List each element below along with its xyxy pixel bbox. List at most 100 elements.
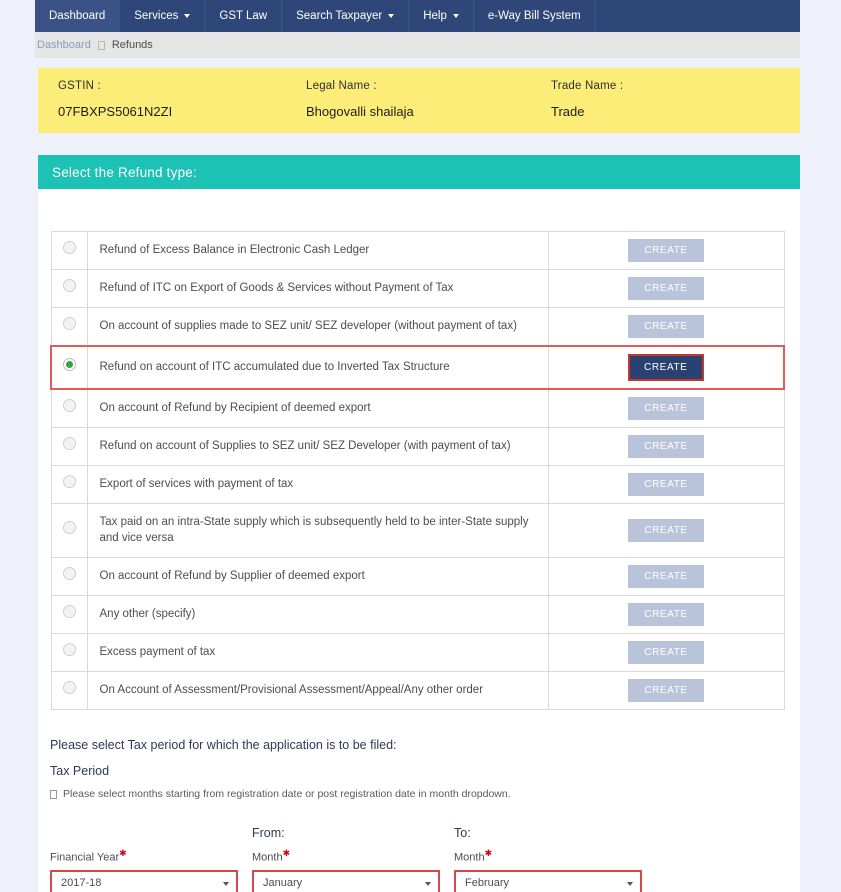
financial-year-label-text: Financial Year: [50, 851, 120, 864]
to-group-label: To:: [454, 825, 471, 840]
refund-type-radio[interactable]: [62, 241, 76, 254]
breadcrumb: Dashboard Refunds Engli: [35, 32, 800, 58]
nav-item-services[interactable]: Services: [120, 0, 206, 32]
refund-type-radio-cell[interactable]: [50, 344, 88, 390]
table-row[interactable]: On Account of Assessment/Provisional Ass…: [50, 670, 785, 710]
nav-label: Dashboard: [49, 10, 106, 22]
refund-type-radio-cell[interactable]: [50, 670, 88, 710]
refund-type-radio-cell[interactable]: [50, 556, 88, 596]
refund-type-action-cell: CREATE: [547, 632, 785, 672]
refund-type-radio[interactable]: [62, 399, 76, 412]
chevron-down-icon: [425, 881, 431, 886]
create-button[interactable]: CREATE: [627, 353, 704, 381]
refund-type-radio[interactable]: [62, 437, 76, 450]
refund-type-label: Export of services with payment of tax: [99, 477, 294, 490]
breadcrumb-current-refunds: Refunds: [111, 39, 153, 51]
refund-type-radio-cell[interactable]: [50, 464, 88, 504]
refund-type-radio[interactable]: [62, 521, 76, 535]
main-navigation: Dashboard Services GST Law Search Taxpay…: [35, 0, 800, 32]
refund-type-radio[interactable]: [62, 358, 76, 371]
browser-viewport: Dashboard Services GST Law Search Taxpay…: [35, 0, 800, 892]
refund-type-radio-cell[interactable]: [50, 230, 88, 270]
nav-label: Services: [134, 10, 179, 22]
financial-year-field: Financial Year✱ 2017-18: [50, 826, 238, 892]
refund-type-label-cell: Refund on account of Supplies to SEZ uni…: [86, 426, 549, 466]
refund-type-radio-cell[interactable]: [50, 388, 88, 428]
nav-item-gst-law[interactable]: GST Law: [205, 0, 283, 32]
to-month-field: To: Month✱ February: [454, 826, 642, 892]
trade-name-block: Trade Name : Trade: [551, 80, 623, 119]
legal-name-label: Legal Name :: [306, 80, 377, 92]
refund-type-label: Refund of Excess Balance in Electronic C…: [99, 243, 370, 256]
refund-type-radio[interactable]: [62, 475, 76, 488]
refund-type-radio[interactable]: [62, 643, 76, 657]
refund-type-radio-cell[interactable]: [50, 306, 88, 346]
table-row[interactable]: Refund of Excess Balance in Electronic C…: [50, 230, 785, 270]
refund-type-panel: Select the Refund type: ✱ Indicates Mand…: [38, 155, 800, 892]
nav-item-eway-bill-system[interactable]: e-Way Bill System: [474, 0, 596, 32]
gstin-block: GSTIN : 07FBXPS5061N2ZI: [58, 80, 306, 119]
tax-period-heading: Please select Tax period for which the a…: [50, 737, 397, 752]
refund-type-radio-cell[interactable]: [50, 594, 88, 634]
table-row[interactable]: Refund on account of ITC accumulated due…: [50, 344, 785, 390]
chevron-down-icon: [388, 14, 395, 18]
table-row[interactable]: Refund of ITC on Export of Goods & Servi…: [50, 268, 785, 308]
refund-type-label-cell: Refund on account of ITC accumulated due…: [86, 344, 549, 390]
refund-type-radio[interactable]: [62, 681, 76, 695]
create-button: CREATE: [628, 434, 704, 458]
refund-type-radio[interactable]: [62, 279, 76, 292]
refund-type-action-cell: CREATE: [547, 594, 785, 634]
chevron-down-icon: [184, 14, 191, 18]
refund-type-label-cell: On account of Refund by Recipient of dee…: [86, 388, 549, 428]
asterisk-icon: ✱: [484, 847, 493, 858]
nav-item-help[interactable]: Help: [409, 0, 474, 32]
refund-type-label: Tax paid on an intra-State supply which …: [99, 515, 529, 545]
table-row[interactable]: Any other (specify) CREATE: [50, 594, 785, 634]
refund-type-label-cell: Refund of Excess Balance in Electronic C…: [86, 230, 549, 270]
from-month-label: Month✱: [252, 848, 440, 864]
create-button: CREATE: [628, 472, 704, 496]
from-month-value: January: [263, 876, 303, 889]
from-month-select[interactable]: January: [252, 869, 440, 892]
refund-type-label-cell: Tax paid on an intra-State supply which …: [86, 502, 549, 558]
refund-type-label: Refund of ITC on Export of Goods & Servi…: [99, 281, 454, 294]
nav-item-dashboard[interactable]: Dashboard: [35, 0, 121, 32]
refund-type-radio-cell[interactable]: [50, 426, 88, 466]
refund-type-label: Refund on account of ITC accumulated due…: [99, 360, 450, 373]
chevron-down-icon: [627, 881, 633, 886]
to-month-label-text: Month: [454, 851, 485, 864]
table-row[interactable]: On account of Refund by Supplier of deem…: [50, 556, 785, 596]
refund-type-radio[interactable]: [62, 317, 76, 330]
refund-type-action-cell: CREATE: [547, 388, 785, 428]
refund-type-label: On account of Refund by Supplier of deem…: [99, 570, 365, 582]
table-row[interactable]: On account of supplies made to SEZ unit/…: [50, 306, 785, 346]
gstin-label: GSTIN :: [58, 80, 101, 92]
refund-type-radio-cell[interactable]: [50, 632, 88, 672]
breadcrumb-separator-icon: [97, 40, 105, 50]
info-note-icon: [50, 789, 57, 799]
table-row[interactable]: Excess payment of tax CREATE: [50, 632, 785, 672]
document-body: Dashboard Services GST Law Search Taxpay…: [35, 0, 800, 892]
refund-type-label: On account of Refund by Recipient of dee…: [99, 401, 371, 414]
table-row[interactable]: Tax paid on an intra-State supply which …: [50, 502, 785, 558]
refund-type-label-cell: Export of services with payment of tax: [86, 464, 549, 504]
tax-period-subheading: Tax Period: [50, 763, 110, 778]
nav-label: e-Way Bill System: [487, 10, 581, 22]
table-row[interactable]: Export of services with payment of tax CR…: [50, 464, 785, 504]
refund-type-radio-cell[interactable]: [50, 268, 88, 308]
financial-year-select[interactable]: 2017-18: [50, 869, 238, 892]
nav-item-search-taxpayer[interactable]: Search Taxpayer: [282, 0, 410, 32]
financial-year-group-label: [50, 826, 238, 846]
refund-type-radio[interactable]: [62, 605, 76, 619]
refund-type-radio-cell[interactable]: [50, 502, 88, 558]
from-group-label: From:: [252, 825, 285, 840]
refund-type-label-cell: On account of supplies made to SEZ unit/…: [86, 306, 549, 346]
to-month-select[interactable]: February: [454, 869, 642, 892]
refund-type-label: Excess payment of tax: [99, 646, 216, 658]
refund-type-label-cell: On Account of Assessment/Provisional Ass…: [86, 670, 549, 710]
refund-type-action-cell: CREATE: [547, 426, 785, 466]
breadcrumb-link-dashboard[interactable]: Dashboard: [37, 39, 91, 51]
table-row[interactable]: On account of Refund by Recipient of dee…: [50, 388, 785, 428]
table-row[interactable]: Refund on account of Supplies to SEZ uni…: [50, 426, 785, 466]
refund-type-radio[interactable]: [62, 567, 76, 581]
